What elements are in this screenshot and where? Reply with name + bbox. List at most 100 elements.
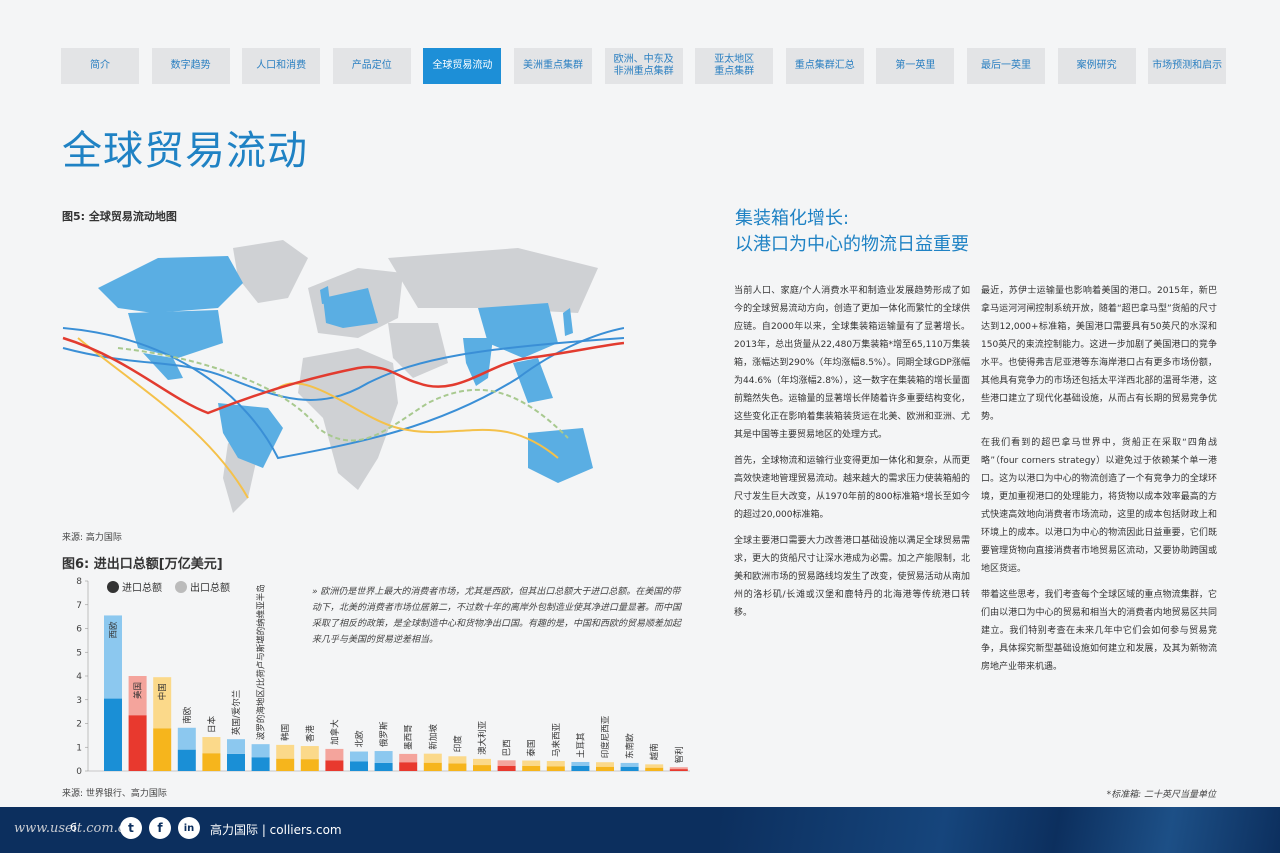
footer-decoration <box>720 807 1280 853</box>
text-column-left: 当前人口、家庭/个人消费水平和制造业发展趋势形成了如今的全球贸易流动方向，创造了… <box>734 282 970 630</box>
bar-import <box>177 749 196 771</box>
bar-import <box>473 765 491 771</box>
facebook-icon[interactable]: f <box>149 817 171 839</box>
category-label: 澳大利亚 <box>477 720 488 755</box>
category-label: 巴西 <box>503 739 513 756</box>
page-number: 6 <box>70 821 77 834</box>
paragraph: 带着这些思考，我们考查每个全球区域的重点物流集群，它们由以港口为中心的贸易和相当… <box>981 590 1217 672</box>
category-label: 新加坡 <box>428 724 439 750</box>
legend-label: 出口总额 <box>190 581 230 594</box>
category-label: 日本 <box>206 716 217 734</box>
bar-import <box>571 765 590 771</box>
category-label: 波罗的海地区/比荷卢与斯堪的纳维亚半岛 <box>256 584 267 740</box>
nav-tab[interactable]: 欧洲、中东及 非洲重点集群 <box>604 48 683 84</box>
bar-export <box>251 744 270 758</box>
bar-import <box>448 763 467 771</box>
category-label: 西欧 <box>108 621 119 639</box>
nav-tab[interactable]: 全球贸易流动 <box>423 48 502 84</box>
bar-export <box>325 748 344 761</box>
nav-tab[interactable]: 亚太地区 重点集群 <box>695 48 774 84</box>
footer-bar: www.useit.com.cn 6 t f in 高力国际 | collier… <box>0 807 1280 853</box>
bar-export <box>620 762 639 767</box>
section-title-line1: 集装箱化增长: <box>735 208 850 229</box>
bar-import <box>251 757 270 771</box>
nav-tab[interactable]: 产品定位 <box>332 48 411 84</box>
category-label: 墨西哥 <box>404 724 414 750</box>
russia-shape <box>388 248 598 313</box>
nav-tab[interactable]: 数字趋势 <box>151 48 230 84</box>
y-tick-label: 8 <box>76 577 82 587</box>
category-label: 越南 <box>649 743 660 760</box>
southeast-asia-shape <box>513 358 553 403</box>
nav-tab[interactable]: 重点集群汇总 <box>785 48 864 84</box>
bar-import <box>596 766 614 771</box>
category-label: 智利 <box>674 746 685 763</box>
bar-import <box>669 769 688 771</box>
nav-tab[interactable]: 美洲重点集群 <box>514 48 592 84</box>
category-label: 东南欧 <box>625 733 636 759</box>
y-tick-label: 2 <box>76 720 82 730</box>
figure5-label: 图5: 全球贸易流动地图 <box>62 210 177 223</box>
nav-tab[interactable]: 最后一英里 <box>967 48 1045 84</box>
bar-export <box>448 756 467 764</box>
bar-import <box>104 698 122 771</box>
category-label: 泰国 <box>526 740 537 757</box>
section-title-line2: 以港口为中心的物流日益重要 <box>735 234 969 255</box>
twitter-icon[interactable]: t <box>120 817 142 839</box>
bar-export <box>473 758 491 766</box>
category-label: 加拿大 <box>329 719 340 745</box>
bar-import <box>522 765 541 771</box>
figure6-label: 图6: 进出口总额[万亿美元] <box>62 557 223 572</box>
bar-import <box>423 762 442 771</box>
linkedin-icon[interactable]: in <box>178 817 200 839</box>
y-tick-label: 1 <box>76 743 82 753</box>
bar-export <box>423 753 442 763</box>
legend-marker <box>175 581 187 593</box>
figure6-source: 来源: 世界银行、高力国际 <box>62 789 167 799</box>
nav-tab[interactable]: 案例研究 <box>1057 48 1136 84</box>
canada-shape <box>98 256 243 313</box>
bar-export <box>276 744 295 759</box>
bar-export <box>202 737 221 754</box>
bar-export <box>645 764 664 768</box>
paragraph: 在我们看到的超巴拿马世界中，货船正在采取“四角战略”（four corners … <box>981 438 1217 574</box>
bar-import <box>325 760 344 771</box>
bar-import <box>497 765 516 771</box>
section-title: 集装箱化增长: 以港口为中心的物流日益重要 <box>735 206 969 258</box>
bar-export <box>669 767 688 770</box>
bar-export <box>374 751 393 763</box>
y-tick-label: 7 <box>76 601 82 611</box>
paragraph: 首先，全球物流和运输行业变得更加一体化和复杂，从而更高效快速地管理贸易流动。越来… <box>734 456 970 520</box>
y-tick-label: 0 <box>76 767 82 777</box>
bar-import <box>153 728 172 771</box>
bar-export <box>571 761 590 766</box>
nav-tab[interactable]: 简介 <box>61 48 139 84</box>
category-label: 印度尼西亚 <box>600 715 611 758</box>
bar-import <box>399 762 418 771</box>
chart-commentary: » 欧洲仍是世界上最大的消费者市场，尤其是西欧，但其出口总额大于进口总额。在美国… <box>312 587 682 645</box>
footnote: *标准箱: 二十英尺当量单位 <box>1106 790 1216 800</box>
world-trade-map <box>62 240 624 513</box>
category-label: 香港 <box>305 725 316 743</box>
bar-import <box>546 766 565 771</box>
y-tick-label: 4 <box>76 672 82 682</box>
paragraph: 全球主要港口需要大力改善港口基础设施以满足全球贸易需求，更大的货船尺寸让深水港成… <box>734 536 970 618</box>
top-nav: 简介 数字趋势 人口和消费 产品定位 全球贸易流动 美洲重点集群 欧洲、中东及 非洲重点集群… <box>61 48 1227 86</box>
bar-import <box>227 753 245 771</box>
bar-export <box>596 762 614 767</box>
nav-tab[interactable]: 人口和消费 <box>242 48 321 84</box>
category-label: 韩国 <box>280 724 291 741</box>
paragraph: 当前人口、家庭/个人消费水平和制造业发展趋势形成了如今的全球贸易流动方向，创造了… <box>734 286 970 440</box>
australia-shape <box>528 428 593 483</box>
category-label: 南欧 <box>182 706 193 724</box>
nav-tab[interactable]: 市场预测和启示 <box>1148 48 1227 84</box>
bar-export <box>522 760 541 766</box>
brand-link[interactable]: 高力国际 | colliers.com <box>210 821 342 838</box>
category-label: 印度 <box>452 735 463 753</box>
text-column-right: 最近，苏伊士运输量也影响着美国的港口。2015年，新巴拿马运河河闸控制系统开放，… <box>981 282 1217 684</box>
greenland-shape <box>233 240 308 303</box>
bar-import <box>128 715 147 771</box>
nav-tab[interactable]: 第一英里 <box>876 48 955 84</box>
legend-label: 进口总额 <box>122 581 162 594</box>
bar-import <box>350 761 368 771</box>
